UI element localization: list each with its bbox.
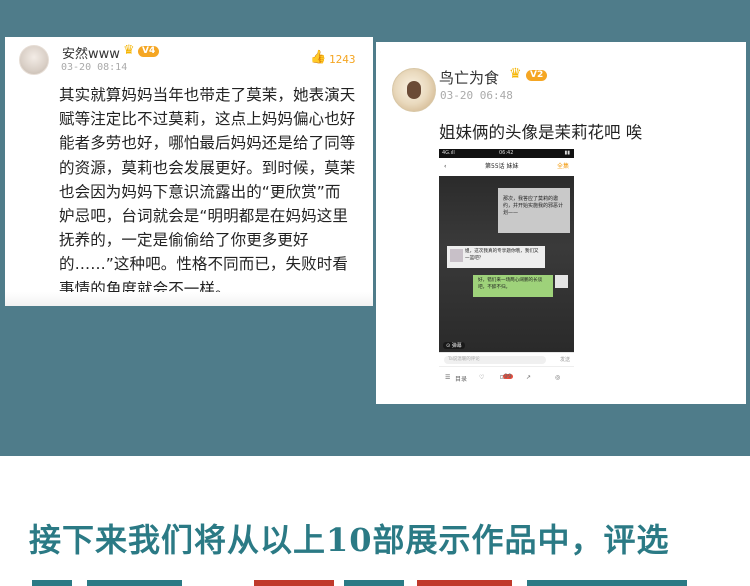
username[interactable]: 安然www xyxy=(62,43,120,62)
crown-icon: ♛ xyxy=(509,66,522,82)
danmaku-toggle: ⊙ 弹幕 xyxy=(443,342,465,349)
menu-icon: ☰ xyxy=(445,374,451,381)
thumbs-up-icon[interactable]: 👍 xyxy=(310,50,326,65)
comment-line: 也会因为妈妈下意识流露出的“更欣赏”而 xyxy=(59,182,341,201)
cut-off-text-line xyxy=(32,576,732,586)
comment-timestamp: 03-20 06:48 xyxy=(440,89,513,102)
cut-off-glyph xyxy=(32,580,72,586)
comment-line: 妒忌吧，台词就会是“明明都是在妈妈这里 xyxy=(59,207,348,226)
comment-timestamp: 03-20 08:14 xyxy=(61,62,128,73)
comment-body: 其实就算妈妈当年也带走了莫茉，她表演天 赋等注定比不过莫莉，这点上妈妈偏心也好 … xyxy=(59,83,359,301)
comment-body: 姐妹俩的头像是茉莉花吧 唉 xyxy=(439,123,643,142)
comment-count-badge: 99 xyxy=(503,373,513,380)
crown-icon: ♛ xyxy=(123,43,135,58)
user-avatar[interactable] xyxy=(19,45,49,75)
chat-avatar xyxy=(555,275,568,288)
narration-box: 那次，我答应了莫莉的邀约，并开始实施我的邪恶计划—— xyxy=(498,188,570,233)
cut-off-glyph xyxy=(254,580,334,586)
phone-status-bar: 4G.ıll 06:42 ▮▮ xyxy=(439,149,574,158)
reader-nav-bar: ‹ 第55话 妹妹 全集 xyxy=(439,158,574,176)
vip-level-badge: V4 xyxy=(138,46,160,57)
comment-line: 的……”这种吧。性格不同而已，失败时看 xyxy=(59,255,348,274)
chat-text: 好，错们来一场两心阔鹏的长谈吧，不醉不归。 xyxy=(478,278,543,290)
settings-icon: ◎ xyxy=(555,374,561,381)
card-bottom-fade xyxy=(5,292,373,306)
all-episodes-label: 全集 xyxy=(556,163,569,170)
comment-line: 其实就算妈妈当年也带走了莫茉，她表演天 xyxy=(59,86,356,104)
cut-off-glyph xyxy=(87,580,182,586)
comic-panel: 那次，我答应了莫莉的邀约，并开始实施我的邪恶计划—— 姐，这次我真的专享题你哦，… xyxy=(439,176,574,352)
chat-bubble-right: 好，错们来一场两心阔鹏的长谈吧，不醉不归。 xyxy=(473,275,568,297)
phone-send-label: 发送 xyxy=(559,357,570,363)
signal-text: 4G.ıll xyxy=(442,150,455,156)
chat-avatar xyxy=(450,249,463,262)
comment-line: 抚养的，一定是偷偷给了你更多更好 xyxy=(59,231,309,250)
cut-off-glyph xyxy=(527,580,687,586)
comment-card-2: 鸟亡为食 ♛ V2 03-20 06:48 姐妹俩的头像是茉莉花吧 唉 4G.ı… xyxy=(376,42,746,404)
chat-text: 姐，这次我真的专享题你哦，我们又一篮吧？ xyxy=(465,249,539,261)
phone-bottom-toolbar: ☰ 目录 ♡ ⊡ 99 ↗ ◎ xyxy=(439,366,574,390)
cut-off-glyph xyxy=(344,580,404,586)
username[interactable]: 鸟亡为食 xyxy=(439,67,499,88)
share-icon: ↗ xyxy=(526,374,532,381)
chapter-title: 第55话 妹妹 xyxy=(485,163,519,170)
back-icon: ‹ xyxy=(444,163,447,170)
user-avatar[interactable] xyxy=(392,68,436,112)
heart-icon: ♡ xyxy=(479,374,485,381)
comment-line: 的资源，莫莉也会发展更好。到时候，莫茉 xyxy=(59,158,356,177)
status-time: 06:42 xyxy=(499,150,514,156)
battery-icon: ▮▮ xyxy=(564,150,570,156)
chat-bubble-left: 姐，这次我真的专享题你哦，我们又一篮吧？ xyxy=(447,246,545,268)
comment-line: 能者多劳也好，哪怕最后妈妈还是给了同等 xyxy=(59,134,356,153)
vip-level-badge: V2 xyxy=(526,70,548,81)
like-count: 1243 xyxy=(329,53,356,66)
phone-comment-bar: Ta说温暖的评论 发送 xyxy=(439,352,574,366)
attached-screenshot[interactable]: 4G.ıll 06:42 ▮▮ ‹ 第55话 妹妹 全集 那次，我答应了莫莉的邀… xyxy=(439,149,574,390)
phone-comment-input: Ta说温暖的评论 xyxy=(444,356,546,364)
comment-line: 赋等注定比不过莫莉，这点上妈妈偏心也好 xyxy=(59,110,356,129)
comment-card-1: 安然www ♛ V4 03-20 08:14 👍 1243 其实就算妈妈当年也带… xyxy=(5,37,373,306)
cut-off-glyph xyxy=(417,580,512,586)
catalog-label: 目录 xyxy=(455,376,468,383)
page-headline: 接下来我们将从以上10部展示作品中，评选 xyxy=(29,521,670,559)
